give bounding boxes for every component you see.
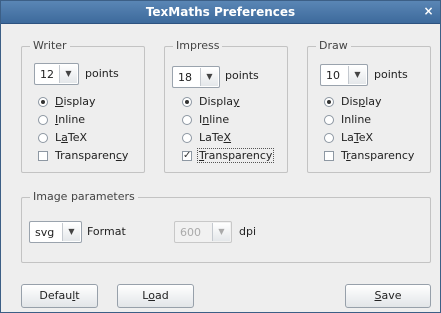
radio-button-icon[interactable]: [324, 97, 334, 107]
impress-option-label: LaTeX: [199, 131, 232, 144]
format-value: svg: [35, 226, 55, 239]
radio-button-icon[interactable]: [324, 115, 334, 125]
image-parameters-group: Image parameters svg ▼ Format 600 ▼ dpi: [21, 190, 431, 263]
close-icon[interactable]: ×: [421, 4, 436, 19]
writer-option-label: LaTeX: [55, 131, 88, 144]
draw-size-value: 10: [326, 69, 340, 82]
radio-button-icon[interactable]: [182, 115, 192, 125]
writer-size-combo[interactable]: 12 ▼: [34, 63, 79, 85]
draw-option-label: Inline: [341, 113, 372, 126]
impress-size-value: 18: [178, 71, 192, 84]
default-button[interactable]: Default: [21, 284, 98, 308]
impress-size-combo[interactable]: 18 ▼: [172, 66, 220, 88]
dpi-value: 600: [180, 226, 201, 239]
radio-button-icon[interactable]: [324, 133, 334, 143]
checkbox-icon[interactable]: ✓: [182, 151, 192, 161]
impress-option-label: Transparency: [197, 148, 275, 163]
checkbox-icon[interactable]: [324, 151, 334, 161]
format-combo[interactable]: svg ▼: [29, 221, 82, 243]
draw-option-label: Display: [341, 95, 382, 108]
chevron-down-icon: ▼: [212, 223, 230, 241]
draw-option-label: Transparency: [341, 149, 415, 162]
writer-size-unit: points: [85, 67, 119, 80]
chevron-down-icon[interactable]: ▼: [59, 65, 77, 83]
title-bar: TexMaths Preferences ×: [1, 1, 440, 24]
save-button[interactable]: Save: [345, 284, 431, 308]
writer-group: Writer 12 ▼ points Display Inline LaTeX Tra…: [21, 39, 145, 173]
radio-button-icon[interactable]: [182, 133, 192, 143]
save-button-label: Save: [374, 289, 402, 302]
checkbox-icon[interactable]: [38, 151, 48, 161]
chevron-down-icon[interactable]: ▼: [348, 66, 366, 84]
draw-option-label: LaTeX: [341, 131, 374, 144]
dialog-title: TexMaths Preferences: [145, 5, 296, 19]
draw-group: Draw 10 ▼ points Display Inline LaTeX Trans…: [307, 39, 431, 173]
writer-option-label: Transparency: [55, 149, 129, 162]
radio-button-icon[interactable]: [38, 133, 48, 143]
preferences-dialog: TexMaths Preferences × Writer 12 ▼ point…: [0, 0, 441, 313]
chevron-down-icon[interactable]: ▼: [62, 223, 80, 241]
radio-button-icon[interactable]: [38, 115, 48, 125]
writer-option-label: Display: [55, 95, 96, 108]
default-button-label: Default: [39, 289, 80, 302]
impress-group-title: Impress: [173, 39, 223, 52]
dpi-combo: 600 ▼: [174, 221, 232, 243]
radio-button-icon[interactable]: [182, 97, 192, 107]
load-button-label: Load: [142, 289, 169, 302]
impress-size-unit: points: [225, 69, 259, 82]
draw-size-combo[interactable]: 10 ▼: [320, 64, 368, 86]
impress-option-label: Inline: [199, 113, 230, 126]
writer-size-value: 12: [40, 68, 54, 81]
draw-size-unit: points: [374, 68, 408, 81]
impress-group: Impress 18 ▼ points Display Inline LaTeX ✓ T…: [164, 39, 288, 173]
chevron-down-icon[interactable]: ▼: [200, 68, 218, 86]
draw-group-title: Draw: [316, 39, 351, 52]
image-parameters-title: Image parameters: [30, 190, 138, 203]
writer-option-label: Inline: [55, 113, 86, 126]
load-button[interactable]: Load: [117, 284, 194, 308]
impress-option-label: Display: [199, 95, 240, 108]
writer-group-title: Writer: [30, 39, 70, 52]
radio-button-icon[interactable]: [38, 97, 48, 107]
format-label: Format: [87, 225, 126, 238]
dpi-label: dpi: [239, 225, 257, 238]
